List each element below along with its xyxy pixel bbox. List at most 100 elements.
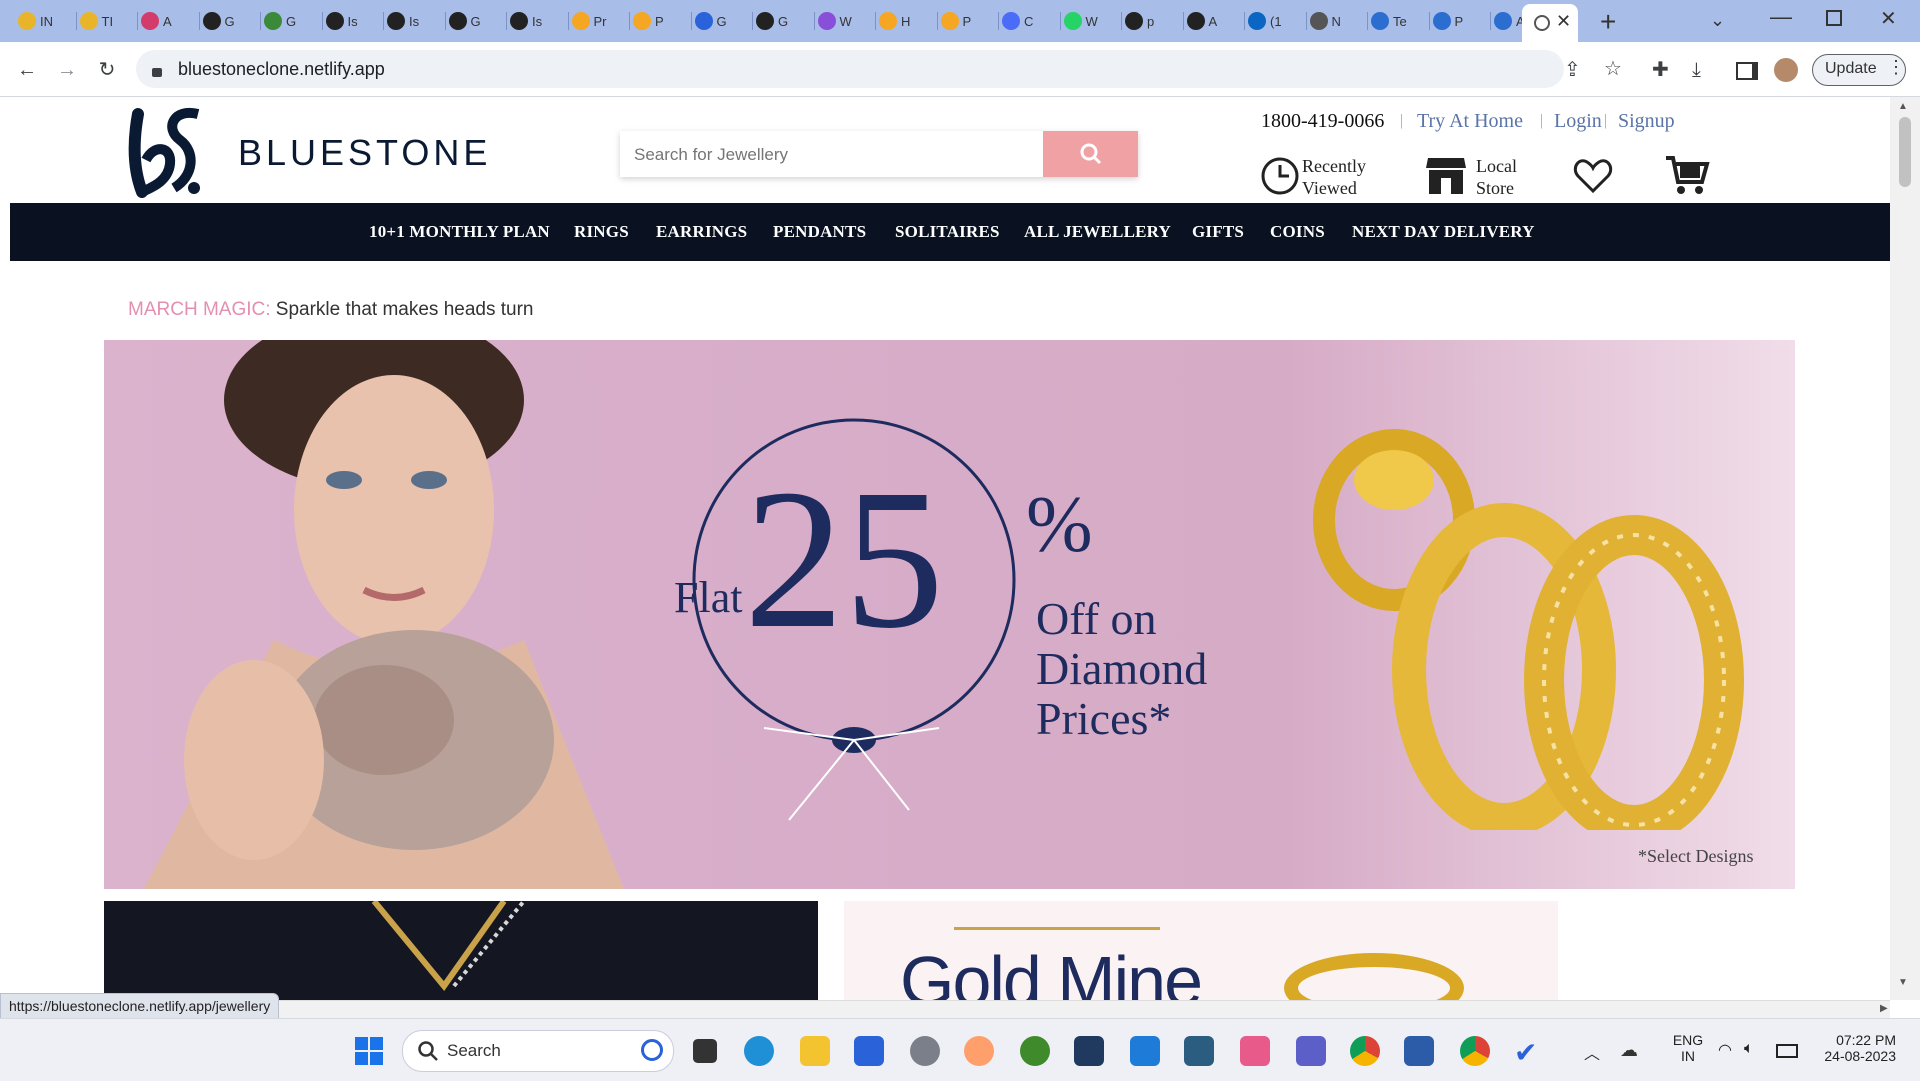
nav-gifts[interactable]: GIFTS (1192, 222, 1244, 242)
tab-label: A (1208, 13, 1218, 29)
hero-banner[interactable]: Flat 25 % Off on Diamond Prices* *Select… (104, 340, 1795, 889)
tab-item[interactable]: Is (325, 6, 384, 36)
nav-rings[interactable]: RINGS (574, 222, 629, 242)
settings-icon[interactable] (910, 1036, 940, 1066)
file-explorer-icon[interactable] (800, 1036, 830, 1066)
bookmark-star-icon[interactable]: ☆ (1604, 59, 1622, 79)
scroll-down-icon[interactable]: ▼ (1898, 977, 1908, 988)
phone-number[interactable]: 1800-419-0066 (1261, 110, 1384, 133)
show-hidden-icons[interactable]: ︿ (1584, 1040, 1600, 1064)
restore-button[interactable] (1826, 10, 1842, 26)
tab-item[interactable]: (1 (1248, 6, 1307, 36)
tab-item[interactable]: Te (1371, 6, 1430, 36)
nav-next-day-delivery[interactable]: NEXT DAY DELIVERY (1352, 222, 1535, 242)
avatar[interactable] (1774, 58, 1798, 82)
tab-item[interactable]: P (940, 6, 999, 36)
battery-icon[interactable] (1776, 1044, 1798, 1058)
taskbar-search[interactable]: Search (402, 1030, 674, 1072)
nav-earrings[interactable]: EARRINGS (656, 222, 747, 242)
update-button[interactable]: Update ⋮ (1812, 54, 1906, 86)
chrome-profile-icon[interactable] (1460, 1036, 1490, 1066)
language-indicator[interactable]: ENG IN (1668, 1032, 1708, 1064)
search-input[interactable] (620, 131, 1036, 179)
try-at-home-link[interactable]: Try At Home (1417, 110, 1523, 133)
promo-highlight: MARCH MAGIC: (128, 299, 271, 320)
back-icon[interactable]: ← (16, 60, 38, 80)
lang-primary: ENG (1672, 1032, 1704, 1048)
bluestone-logo-icon (128, 107, 200, 198)
tab-item[interactable]: A (1186, 6, 1245, 36)
nav-solitaires[interactable]: SOLITAIRES (895, 222, 1000, 242)
tab-item[interactable]: G (202, 6, 261, 36)
snipping-tool-icon[interactable] (1240, 1036, 1270, 1066)
notepad-icon[interactable] (1184, 1036, 1214, 1066)
tab-item[interactable]: C (1002, 6, 1061, 36)
tab-item[interactable]: TI (79, 6, 138, 36)
tab-item[interactable]: G (756, 6, 815, 36)
tab-item[interactable]: Is (510, 6, 569, 36)
postman-icon[interactable] (964, 1036, 994, 1066)
todo-icon[interactable]: ✔ (1514, 1036, 1544, 1068)
nav-monthly-plan[interactable]: 10+1 MONTHLY PLAN (369, 222, 550, 242)
close-window-button[interactable]: ✕ (1880, 6, 1897, 31)
tab-item[interactable]: N (1309, 6, 1368, 36)
scroll-thumb[interactable] (1899, 117, 1911, 187)
start-button[interactable] (354, 1036, 384, 1066)
tab-item[interactable]: Pr (571, 6, 630, 36)
vscode-icon[interactable] (1130, 1036, 1160, 1066)
download-icon[interactable]: ⤓ (1692, 60, 1701, 80)
close-tab-icon[interactable]: ✕ (1556, 11, 1571, 32)
horizontal-scrollbar[interactable]: ▶ (0, 1000, 1890, 1019)
onedrive-icon[interactable]: ☁ (1620, 1040, 1638, 1061)
app-icon[interactable] (1074, 1036, 1104, 1066)
reload-icon[interactable]: ↻ (96, 60, 118, 80)
tab-item[interactable]: p (1125, 6, 1184, 36)
store-app-icon[interactable] (854, 1036, 884, 1066)
signup-link[interactable]: Signup (1618, 110, 1675, 133)
volume-icon[interactable]: 🔈︎ (1744, 1040, 1754, 1058)
cart-icon[interactable] (1664, 154, 1710, 196)
tab-item[interactable]: W (817, 6, 876, 36)
tab-search-chevron-icon[interactable]: ⌄ (1710, 10, 1725, 31)
chrome-icon[interactable] (1350, 1036, 1380, 1066)
nav-all-jewellery[interactable]: ALL JEWELLERY (1024, 222, 1171, 242)
edge-icon[interactable] (744, 1036, 774, 1066)
url-text[interactable]: bluestoneclone.netlify.app (178, 59, 385, 80)
tab-item[interactable]: G (448, 6, 507, 36)
tab-item[interactable]: W (1063, 6, 1122, 36)
login-link[interactable]: Login (1554, 110, 1602, 133)
local-store-button[interactable]: Local Store (1424, 154, 1534, 200)
wishlist-heart-icon[interactable] (1573, 158, 1613, 194)
tab-item[interactable]: G (694, 6, 753, 36)
search-button[interactable] (1043, 131, 1138, 177)
recently-viewed-button[interactable]: Recently Viewed (1260, 156, 1380, 200)
tab-active[interactable]: ✕ (1522, 4, 1578, 42)
scroll-up-icon[interactable]: ▲ (1898, 101, 1908, 112)
wifi-icon[interactable]: ◠ (1718, 1040, 1732, 1060)
minimize-button[interactable]: — (1770, 4, 1792, 30)
nav-coins[interactable]: COINS (1270, 222, 1325, 242)
tab-item[interactable]: G (264, 6, 323, 36)
scroll-right-icon[interactable]: ▶ (1880, 1003, 1888, 1014)
tab-item[interactable]: A (141, 6, 200, 36)
sidepanel-icon[interactable] (1736, 62, 1758, 80)
task-view-icon[interactable] (693, 1039, 717, 1063)
tab-item[interactable]: IN (18, 6, 77, 36)
tab-item[interactable]: P (1432, 6, 1491, 36)
tab-item[interactable]: P (633, 6, 692, 36)
new-tab-button[interactable]: + (1600, 6, 1616, 38)
tab-item[interactable]: Is (387, 6, 446, 36)
mongodb-compass-icon[interactable] (1020, 1036, 1050, 1066)
gold-mine-banner[interactable]: Gold Mine (844, 901, 1558, 1000)
tab-item[interactable]: H (879, 6, 938, 36)
extensions-icon[interactable]: ✚ (1652, 60, 1669, 80)
powershell-icon[interactable] (1404, 1036, 1434, 1066)
share-icon[interactable]: ⇪ (1564, 60, 1581, 80)
brand-logo[interactable]: BLUESTONE (124, 106, 514, 198)
teams-icon[interactable] (1296, 1036, 1326, 1066)
jewellery-banner-dark[interactable] (104, 901, 818, 1000)
clock[interactable]: 07:22 PM 24-08-2023 (1812, 1032, 1896, 1064)
forward-icon[interactable]: → (56, 60, 78, 80)
vertical-scrollbar[interactable]: ▲ ▼ (1890, 97, 1920, 1000)
nav-pendants[interactable]: PENDANTS (773, 222, 866, 242)
